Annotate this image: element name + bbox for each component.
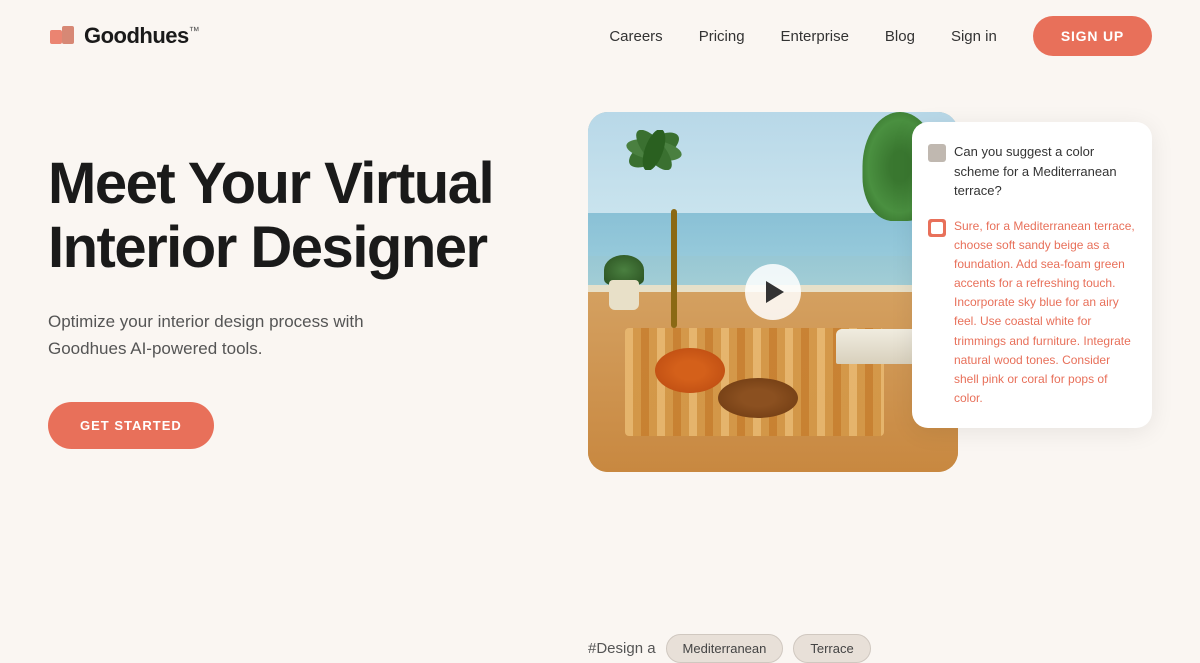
nav-pricing[interactable]: Pricing bbox=[699, 28, 745, 45]
nav-links: Careers Pricing Enterprise Blog Sign in … bbox=[609, 16, 1152, 56]
hero-section: Meet Your Virtual Interior Designer Opti… bbox=[0, 72, 1200, 623]
hero-subtitle: Optimize your interior design process wi… bbox=[48, 308, 428, 362]
nav-careers[interactable]: Careers bbox=[609, 28, 662, 45]
chat-panel: Can you suggest a color scheme for a Med… bbox=[912, 122, 1152, 428]
chat-answer: Sure, for a Mediterranean terrace, choos… bbox=[928, 217, 1136, 409]
logo-icon bbox=[48, 22, 76, 50]
logo[interactable]: Goodhues™ bbox=[48, 22, 199, 50]
chat-answer-text: Sure, for a Mediterranean terrace, choos… bbox=[954, 217, 1136, 409]
signup-button[interactable]: SIGN UP bbox=[1033, 16, 1152, 56]
tag-terrace[interactable]: Terrace bbox=[793, 634, 870, 663]
hero-left: Meet Your Virtual Interior Designer Opti… bbox=[48, 112, 528, 449]
image-tags: #Design a Mediterranean Terrace bbox=[588, 634, 871, 663]
palm-trunk bbox=[671, 209, 677, 328]
hashtag-label: #Design a bbox=[588, 640, 656, 657]
palm-leaves bbox=[624, 130, 684, 170]
get-started-button[interactable]: GET STARTED bbox=[48, 402, 214, 449]
terrace-scene bbox=[588, 112, 958, 472]
play-icon bbox=[766, 281, 784, 303]
navbar: Goodhues™ Careers Pricing Enterprise Blo… bbox=[0, 0, 1200, 72]
main-image-card bbox=[588, 112, 958, 472]
scene-palm bbox=[644, 130, 704, 328]
hero-right: #Design a Mediterranean Terrace Can you … bbox=[528, 112, 1152, 623]
chat-question-text: Can you suggest a color scheme for a Med… bbox=[954, 142, 1136, 201]
user-icon bbox=[928, 144, 946, 162]
scene-pot bbox=[607, 265, 642, 310]
brand-name: Goodhues™ bbox=[84, 23, 199, 49]
pot-body bbox=[609, 280, 639, 310]
nav-signin[interactable]: Sign in bbox=[951, 28, 997, 45]
play-button[interactable] bbox=[745, 264, 801, 320]
scene-table bbox=[718, 378, 798, 418]
chat-question: Can you suggest a color scheme for a Med… bbox=[928, 142, 1136, 201]
scene-ottoman bbox=[655, 348, 725, 393]
scene-sofa bbox=[836, 329, 921, 364]
tag-mediterranean[interactable]: Mediterranean bbox=[666, 634, 784, 663]
nav-blog[interactable]: Blog bbox=[885, 28, 915, 45]
ai-icon bbox=[928, 219, 946, 237]
hero-title: Meet Your Virtual Interior Designer bbox=[48, 152, 528, 280]
nav-enterprise[interactable]: Enterprise bbox=[781, 28, 849, 45]
